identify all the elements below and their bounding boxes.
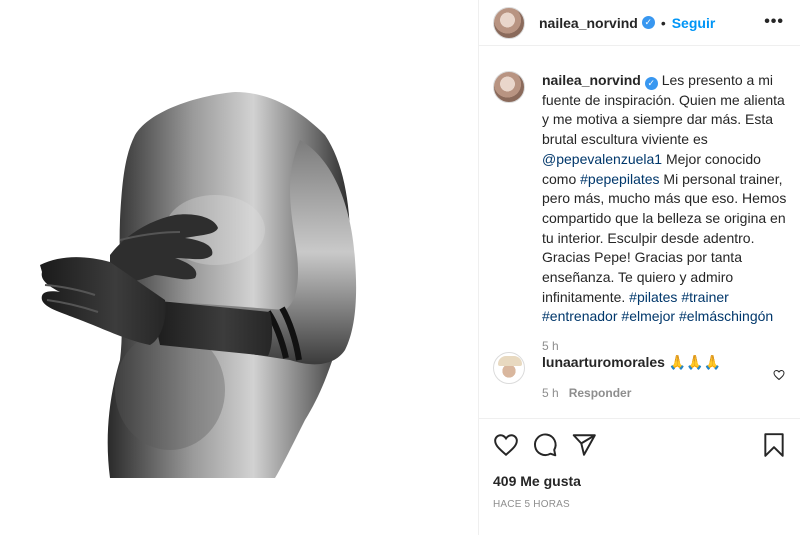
- commenter-username[interactable]: lunaarturomorales: [542, 354, 665, 370]
- share-icon[interactable]: [571, 432, 597, 458]
- comment-icon[interactable]: [532, 432, 558, 458]
- instagram-post: nailea_norvind ✓ • Seguir ••• nailea_nor…: [0, 0, 800, 535]
- caption-author[interactable]: nailea_norvind: [542, 72, 641, 88]
- post-sidebar: nailea_norvind ✓ • Seguir ••• nailea_nor…: [479, 0, 800, 535]
- hashtag-link[interactable]: #elmejor: [621, 308, 675, 324]
- hashtag-link[interactable]: #pepepilates: [580, 171, 659, 187]
- reply-button[interactable]: Responder: [569, 386, 632, 400]
- small-heart-icon[interactable]: [773, 369, 785, 381]
- hashtag-link[interactable]: #pilates: [629, 289, 677, 305]
- caption-author-avatar[interactable]: [493, 71, 525, 103]
- post-header: nailea_norvind ✓ • Seguir •••: [479, 0, 800, 46]
- verified-badge-icon: ✓: [641, 16, 655, 29]
- author-avatar[interactable]: [493, 6, 525, 39]
- comment-item: lunaarturomorales 🙏🙏🙏 5 h Responder: [493, 352, 793, 400]
- hashtag-link[interactable]: #trainer: [681, 289, 728, 305]
- hashtag-link[interactable]: #elmáschingón: [679, 308, 773, 324]
- author-username[interactable]: nailea_norvind: [539, 15, 638, 31]
- action-bar: [479, 428, 800, 464]
- heart-icon[interactable]: [493, 432, 519, 458]
- separator-dot: •: [660, 14, 666, 31]
- comments-section: nailea_norvind ✓ Les presento a mi fuente…: [479, 47, 800, 419]
- mention-link[interactable]: @pepevalenzuela1: [542, 151, 662, 167]
- follow-button[interactable]: Seguir: [672, 15, 716, 31]
- post-caption: nailea_norvind ✓ Les presento a mi fuente…: [493, 71, 793, 353]
- comment-age: 5 h: [542, 386, 559, 400]
- caption-body: nailea_norvind ✓ Les presento a mi fuente…: [542, 71, 792, 353]
- post-timestamp: HACE 5 HORAS: [493, 499, 570, 510]
- comment-body: lunaarturomorales 🙏🙏🙏 5 h Responder: [542, 352, 777, 400]
- verified-badge-icon: ✓: [644, 77, 658, 90]
- hashtag-link[interactable]: #entrenador: [542, 308, 618, 324]
- likes-count[interactable]: 409 Me gusta: [493, 473, 581, 489]
- comment-text: lunaarturomorales 🙏🙏🙏: [542, 352, 777, 372]
- post-image[interactable]: [0, 0, 479, 535]
- caption-part-3: Mi personal trainer, pero más, mucho más…: [542, 170, 787, 305]
- caption-text: nailea_norvind ✓ Les presento a mi fuente…: [542, 71, 792, 327]
- comment-content: 🙏🙏🙏: [664, 354, 722, 370]
- bookmark-icon[interactable]: [761, 432, 787, 458]
- commenter-avatar[interactable]: [493, 352, 525, 384]
- more-options-icon[interactable]: •••: [764, 13, 784, 31]
- sculpture-photo: [40, 92, 357, 478]
- comment-meta: 5 h Responder: [542, 386, 777, 400]
